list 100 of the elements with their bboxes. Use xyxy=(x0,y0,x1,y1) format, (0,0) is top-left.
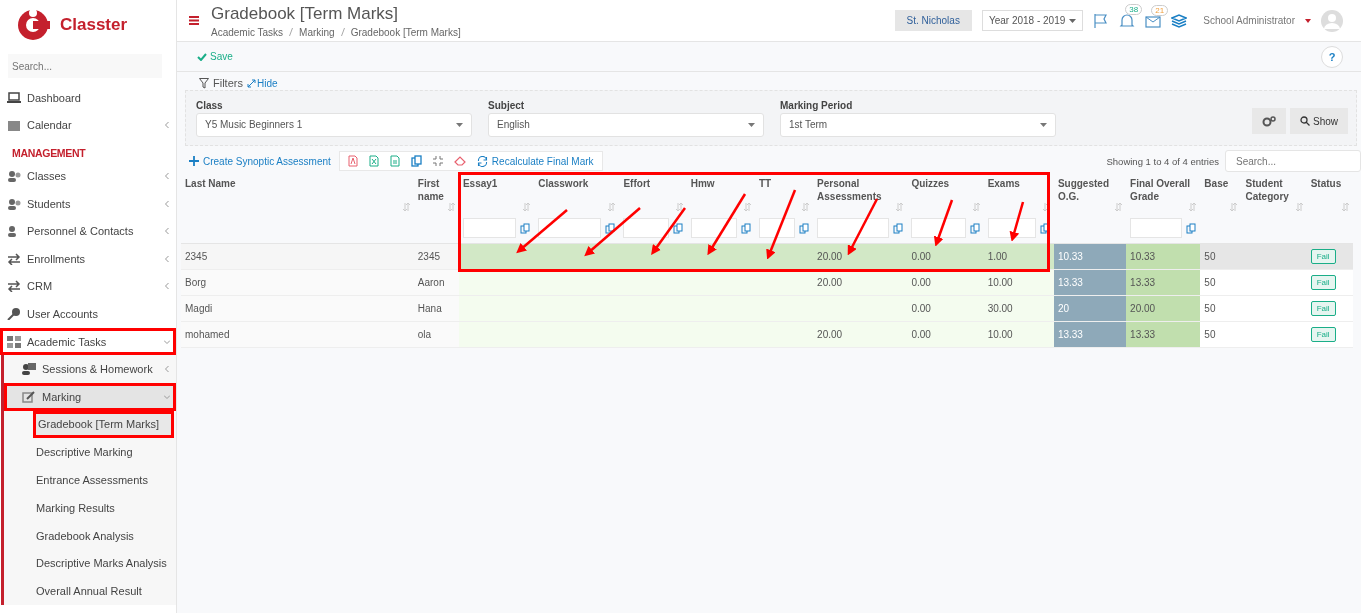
column-header[interactable]: Personal Assessments xyxy=(817,177,908,203)
csv-icon[interactable] xyxy=(389,155,400,167)
column-header[interactable]: Student Category xyxy=(1245,177,1307,203)
breadcrumb-link[interactable]: Gradebook [Term Marks] xyxy=(350,26,461,38)
copy-icon[interactable] xyxy=(893,222,904,234)
year-dropdown[interactable]: Year 2018 - 2019 xyxy=(981,10,1084,31)
flag-icon[interactable] xyxy=(1093,12,1110,29)
search-field[interactable]: Search... xyxy=(8,54,162,78)
sidebar-item[interactable]: Academic Tasks xyxy=(0,327,176,356)
copy-icon[interactable] xyxy=(740,222,751,234)
sidebar-item[interactable]: Overall Annual Result xyxy=(4,577,176,606)
column-header[interactable]: Last Name xyxy=(185,177,414,190)
sidebar-item[interactable]: Calendar xyxy=(0,111,176,140)
table-cell: 30.00 xyxy=(983,295,1054,322)
brand-name: Classter xyxy=(60,15,128,35)
eraser-icon[interactable] xyxy=(453,156,466,166)
column-header[interactable]: Quizzes xyxy=(911,177,984,190)
column-filter-field[interactable] xyxy=(987,218,1036,238)
sidebar-item[interactable]: Personnel & Contacts xyxy=(0,217,176,245)
sort-icon[interactable] xyxy=(675,203,683,211)
sidebar-item[interactable]: Gradebook [Term Marks] xyxy=(33,410,174,439)
bell-icon[interactable] xyxy=(1119,12,1136,29)
field-label: Subject xyxy=(488,99,526,111)
select-field[interactable]: Y5 Music Beginners 1 xyxy=(196,112,472,137)
column-filter-field[interactable] xyxy=(911,218,966,238)
column-header[interactable]: Final Overall Grade xyxy=(1130,177,1201,203)
table-cell: 0.00 xyxy=(907,321,984,348)
sidebar-item[interactable]: Entrance Assessments xyxy=(4,466,176,494)
table-cell: 10.33 xyxy=(1126,243,1201,270)
sidebar-item[interactable]: Descriptive Marks Analysis xyxy=(4,549,176,578)
sidebar-item[interactable]: Sessions & Homework xyxy=(4,355,176,383)
envelope-icon[interactable] xyxy=(1145,13,1162,28)
caret-icon xyxy=(1040,122,1047,127)
menu-icon[interactable] xyxy=(189,16,199,25)
column-header[interactable]: Exams xyxy=(987,177,1054,190)
column-filter-field[interactable] xyxy=(462,218,517,238)
sidebar-item[interactable]: Gradebook Analysis xyxy=(4,521,176,550)
sidebar-item[interactable]: Students xyxy=(0,189,176,218)
hide-link[interactable]: Hide xyxy=(246,77,278,89)
breadcrumb-link[interactable]: Marking xyxy=(299,26,335,38)
show-button[interactable]: Show xyxy=(1290,108,1348,134)
column-header[interactable]: Base xyxy=(1204,177,1242,190)
create-assessment-link[interactable]: Create Synoptic Assessment xyxy=(189,155,331,167)
entries-info: Showing 1 to 4 of 4 entries xyxy=(1106,155,1219,167)
column-header[interactable]: Classwork xyxy=(538,177,620,190)
column-header[interactable]: Hmw xyxy=(690,177,755,190)
sidebar-item[interactable]: Descriptive Marking xyxy=(4,438,176,467)
table-search-field[interactable]: Search... xyxy=(1225,150,1361,172)
user-menu[interactable]: School Administrator xyxy=(1203,15,1295,26)
copy-icon[interactable] xyxy=(605,222,616,234)
copy-icon[interactable] xyxy=(1186,222,1197,234)
sidebar-item[interactable]: Marking Results xyxy=(4,493,176,522)
column-header[interactable]: Status xyxy=(1310,177,1353,190)
compress-icon[interactable] xyxy=(432,156,443,166)
column-header[interactable]: Essay1 xyxy=(462,177,535,190)
sidebar-item[interactable]: Dashboard xyxy=(0,84,176,112)
sidebar-item[interactable]: Classes xyxy=(0,162,176,190)
column-filter-field[interactable] xyxy=(758,218,796,238)
menu-icon xyxy=(22,390,36,403)
table-cell: 10.33 xyxy=(1053,243,1127,270)
table-cell: mohamed xyxy=(181,321,414,348)
sort-icon[interactable] xyxy=(1042,203,1050,211)
table-cell: 20 xyxy=(1053,295,1127,322)
column-header[interactable]: First name xyxy=(417,177,459,203)
recalculate-link[interactable]: Recalculate Final Mark xyxy=(476,155,594,167)
column-filter-field[interactable] xyxy=(690,218,737,238)
column-header[interactable]: Suggested O.G. xyxy=(1057,177,1127,203)
pdf-icon[interactable] xyxy=(347,155,358,167)
sidebar-item[interactable]: Marking xyxy=(4,382,176,411)
column-filter-field[interactable] xyxy=(817,218,890,238)
copy-icon[interactable] xyxy=(672,222,683,234)
copy-icon[interactable] xyxy=(520,222,531,234)
help-button[interactable]: ? xyxy=(1321,45,1343,68)
sidebar-item[interactable]: User Accounts xyxy=(0,300,176,328)
copy-icon[interactable] xyxy=(799,222,810,234)
sidebar-item[interactable]: Enrollments xyxy=(0,244,176,273)
column-filter-field[interactable] xyxy=(1130,218,1183,238)
excel-icon[interactable] xyxy=(368,155,379,167)
copy-icon[interactable] xyxy=(969,222,980,234)
sidebar-item[interactable]: CRM xyxy=(0,272,176,301)
column-header[interactable]: Effort xyxy=(623,177,687,190)
menu-icon xyxy=(7,197,21,210)
copy-icon[interactable] xyxy=(410,155,422,167)
page-title: Gradebook [Term Marks] xyxy=(211,3,400,24)
school-button[interactable]: St. Nicholas xyxy=(894,10,972,31)
table-cell: 20.00 xyxy=(813,243,908,270)
column-header[interactable]: TT xyxy=(758,177,814,190)
copy-icon[interactable] xyxy=(1039,222,1050,234)
select-field[interactable]: English xyxy=(488,112,764,137)
select-field[interactable]: 1st Term xyxy=(780,112,1056,137)
notification-badge: 38 xyxy=(1125,3,1143,15)
slash-icon xyxy=(289,28,294,36)
menu-icon xyxy=(7,335,21,348)
layers-icon[interactable] xyxy=(1171,12,1188,29)
column-filter-field[interactable] xyxy=(623,218,669,238)
settings-button[interactable] xyxy=(1252,108,1286,134)
table-cell: 50 xyxy=(1200,321,1242,348)
breadcrumb-link[interactable]: Academic Tasks xyxy=(211,26,284,38)
column-filter-field[interactable] xyxy=(538,218,602,238)
table-cell: 50 xyxy=(1200,269,1242,296)
